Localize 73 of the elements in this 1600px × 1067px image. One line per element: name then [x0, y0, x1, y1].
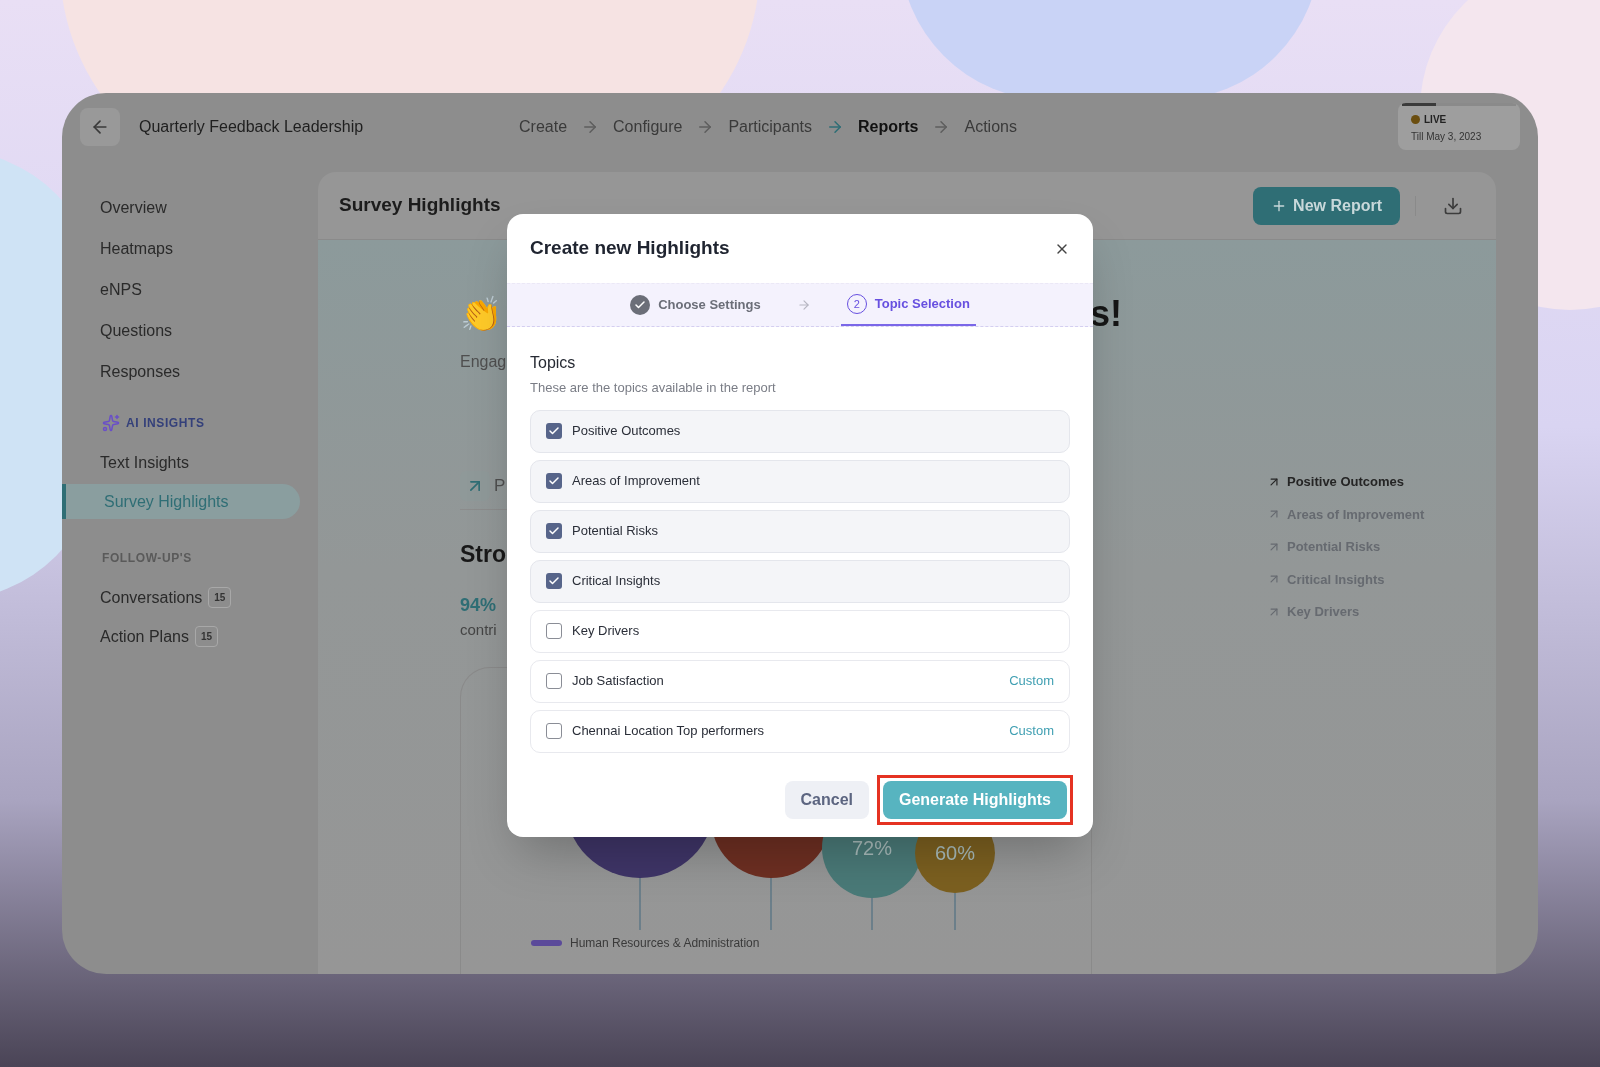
sidebar-item[interactable]: Heatmaps: [100, 237, 318, 261]
section-heading: AI INSIGHTS: [126, 415, 205, 432]
topic-label: Job Satisfaction: [572, 672, 664, 691]
status-label: LIVE: [1424, 113, 1447, 127]
bubble-label: 60%: [935, 842, 975, 864]
topic-label: Critical Insights: [572, 572, 661, 591]
topic-row[interactable]: Job Satisfaction Custom: [530, 659, 1070, 703]
sidebar-item[interactable]: Action Plans 15: [62, 619, 300, 654]
step-link[interactable]: Participants: [728, 114, 812, 139]
bubble-label: 72%: [852, 837, 892, 859]
sidebar-item-label: Conversations: [100, 587, 203, 608]
step-link[interactable]: Configure: [613, 114, 683, 139]
new-report-button[interactable]: New Report: [1253, 186, 1400, 225]
sidebar-item[interactable]: eNPS: [100, 278, 318, 302]
dialog-step[interactable]: 2 Topic Selection: [840, 284, 976, 326]
topic-label: Potential Risks: [572, 522, 658, 541]
sidebar-item[interactable]: Conversations 15: [62, 580, 300, 615]
topic-row[interactable]: Positive Outcomes: [530, 409, 1070, 453]
generate-button[interactable]: Generate Highlights: [882, 780, 1067, 819]
checkbox[interactable]: [546, 423, 562, 439]
survey-title: Quarterly Feedback Leadership: [139, 116, 365, 137]
heading-fragment: s!: [1090, 292, 1122, 336]
topic-row[interactable]: Chennai Location Top performers Custom: [530, 709, 1070, 753]
section-title-fragment: Stro: [460, 540, 506, 569]
checkbox[interactable]: [546, 723, 562, 739]
step-link[interactable]: Actions: [964, 114, 1017, 139]
topic-row[interactable]: Critical Insights: [530, 559, 1070, 603]
sidebar-item-label: Survey Highlights: [104, 491, 229, 512]
dialog-title: Create new Highlights: [530, 236, 730, 261]
topic-label: Key Drivers: [572, 622, 640, 641]
sparkle-icon: [102, 414, 120, 432]
step-link[interactable]: Create: [519, 114, 568, 139]
sidebar-item-label: Action Plans: [100, 626, 189, 647]
status-date: Till May 3, 2023: [1411, 130, 1483, 144]
checkbox[interactable]: [546, 573, 562, 589]
checkbox[interactable]: [546, 673, 562, 689]
stat-value: 94%: [460, 593, 497, 617]
dialog-step[interactable]: Choose Settings: [624, 284, 767, 326]
legend-label: Human Resources & Administration: [570, 935, 760, 952]
sidebar-item[interactable]: Questions: [100, 319, 318, 343]
topic-row[interactable]: Key Drivers: [530, 609, 1070, 653]
stat-caption-fragment: contri: [460, 619, 497, 640]
topic-label: Positive Outcomes: [572, 422, 681, 441]
cancel-button[interactable]: Cancel: [784, 780, 869, 819]
count-badge: 15: [194, 626, 219, 647]
topic-label: Chennai Location Top performers: [572, 722, 764, 741]
card-title: Survey Highlights: [339, 193, 501, 218]
checkbox[interactable]: [546, 623, 562, 639]
download-icon[interactable]: [1443, 195, 1463, 216]
subtitle-fragment: Engag: [460, 352, 507, 372]
topic-link[interactable]: Positive Outcomes: [1267, 472, 1425, 492]
check-icon: [548, 425, 560, 437]
section-hint: These are the topics available in the report: [530, 379, 777, 397]
sidebar-item[interactable]: Overview: [100, 196, 318, 220]
check-icon: [548, 475, 560, 487]
custom-tag: Custom: [1009, 721, 1054, 741]
checkbox[interactable]: [546, 523, 562, 539]
section-title: Topics: [530, 353, 577, 373]
tab-fragment: P: [494, 475, 506, 498]
check-icon: [548, 575, 560, 587]
checkbox[interactable]: [546, 473, 562, 489]
custom-tag: Custom: [1009, 671, 1054, 691]
sidebar-item-label: Text Insights: [100, 452, 189, 473]
clapping-hands-icon: 👏: [460, 297, 502, 331]
back-button[interactable]: [80, 107, 120, 146]
topic-row[interactable]: Potential Risks: [530, 509, 1070, 553]
sidebar-item[interactable]: Text Insights: [62, 445, 300, 480]
check-icon: [548, 525, 560, 537]
topic-label: Areas of Improvement: [572, 472, 700, 491]
topic-row[interactable]: Areas of Improvement: [530, 459, 1070, 503]
count-badge: 15: [208, 587, 232, 608]
sidebar-item[interactable]: Responses: [100, 360, 318, 384]
step-link[interactable]: Reports: [858, 114, 919, 139]
